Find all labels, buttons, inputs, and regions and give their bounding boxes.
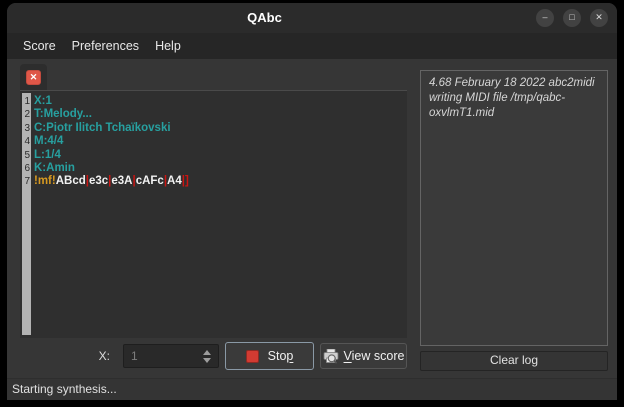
line-number: 4 <box>20 135 30 148</box>
maximize-icon[interactable]: □ <box>563 9 581 27</box>
editor-line: 1X:1 <box>20 95 407 108</box>
print-preview-icon <box>323 349 339 364</box>
spinner-up-icon[interactable] <box>203 350 211 355</box>
spinner-down-icon[interactable] <box>203 358 211 363</box>
editor-line: 5L:1/4 <box>20 149 407 162</box>
window-controls: – □ ✕ <box>536 9 608 27</box>
window-title: QAbc <box>7 3 522 33</box>
line-number: 2 <box>20 108 30 121</box>
line-number: 5 <box>20 149 30 162</box>
line-number: 7 <box>20 175 30 188</box>
title-bar[interactable]: QAbc – □ ✕ <box>7 3 617 33</box>
x-label: X: <box>99 349 110 363</box>
editor-line: 6K:Amin <box>20 162 407 175</box>
editor-line: 2T:Melody... <box>20 108 407 121</box>
abc-editor[interactable]: 1X:12T:Melody...3C:Piotr Ilitch Tchaïkov… <box>20 90 407 338</box>
menu-item-score[interactable]: Score <box>15 35 64 57</box>
app-window: QAbc – □ ✕ ScorePreferencesHelp ✕ 1X:12T… <box>7 3 617 400</box>
spinner-arrows[interactable] <box>199 350 218 363</box>
status-bar: Starting synthesis... <box>7 378 617 400</box>
editor-lines: 1X:12T:Melody...3C:Piotr Ilitch Tchaïkov… <box>20 95 407 189</box>
line-number: 6 <box>20 162 30 175</box>
tab-close-icon[interactable]: ✕ <box>26 70 41 85</box>
stop-button-label: Stop <box>268 349 294 363</box>
view-score-button-label: View score <box>344 349 405 363</box>
log-panel[interactable]: 4.68 February 18 2022 abc2midi writing M… <box>420 70 608 346</box>
clear-log-button[interactable]: Clear log <box>420 351 608 371</box>
playback-controls-row: X: 1 Stop View score <box>20 341 407 371</box>
view-score-button[interactable]: View score <box>320 343 407 369</box>
tune-number-spinner[interactable]: 1 <box>123 344 219 368</box>
menu-bar: ScorePreferencesHelp <box>7 33 617 59</box>
editor-line: 3C:Piotr Ilitch Tchaïkovski <box>20 122 407 135</box>
menu-item-preferences[interactable]: Preferences <box>64 35 147 57</box>
status-text: Starting synthesis... <box>12 382 117 396</box>
editor-line: 7!mf!ABcd|e3c|e3A|cAFc|A4|] <box>20 175 407 188</box>
stop-button[interactable]: Stop <box>225 342 314 370</box>
editor-line: 4M:4/4 <box>20 135 407 148</box>
tab-current-tune[interactable]: ✕ <box>20 64 47 90</box>
minimize-icon[interactable]: – <box>536 9 554 27</box>
line-number: 1 <box>20 95 30 108</box>
menu-item-help[interactable]: Help <box>147 35 189 57</box>
tune-number-value[interactable]: 1 <box>124 349 199 363</box>
stop-square-icon <box>246 350 259 363</box>
close-icon[interactable]: ✕ <box>590 9 608 27</box>
log-text: 4.68 February 18 2022 abc2midi writing M… <box>429 77 595 119</box>
line-number: 3 <box>20 122 30 135</box>
